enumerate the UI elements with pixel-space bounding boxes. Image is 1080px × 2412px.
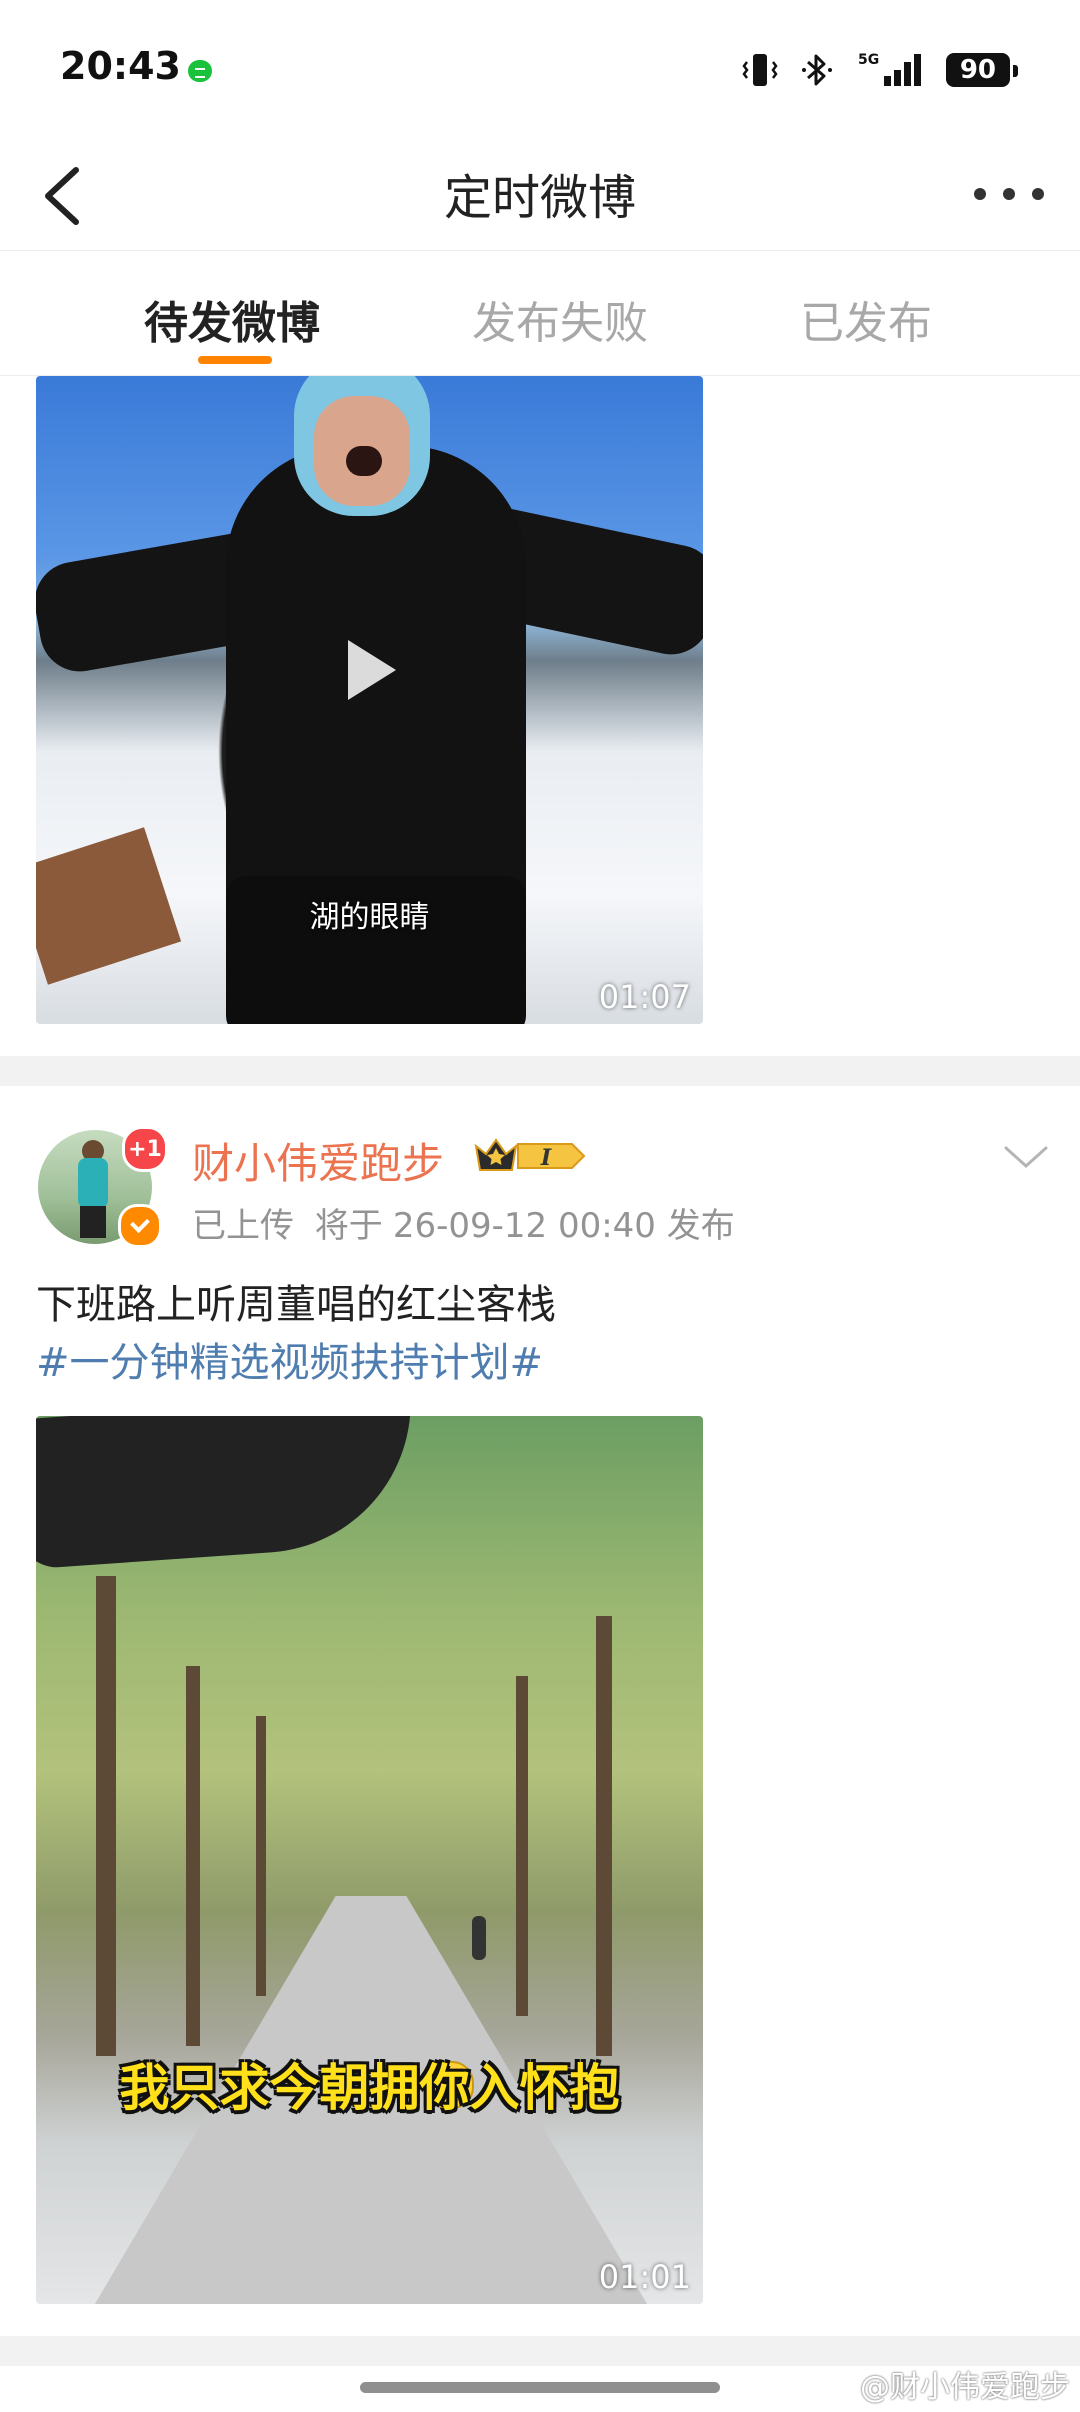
avatar-image (80, 1206, 106, 1238)
post-menu-button[interactable] (1004, 1142, 1048, 1172)
more-dot-icon (1003, 188, 1015, 200)
member-crown-badge[interactable]: I (472, 1134, 588, 1178)
bluetooth-icon (800, 50, 836, 90)
video-scene (186, 1666, 200, 2046)
schedule-suffix: 发布 (666, 1206, 735, 1246)
signal-5g-icon: 5G (858, 50, 924, 90)
video-scene (472, 1916, 486, 1960)
home-indicator[interactable] (360, 2382, 720, 2393)
upload-status: 已上传 (192, 1206, 294, 1246)
battery-icon: 90 (945, 53, 1019, 87)
message-notification-icon (188, 60, 212, 82)
more-options-button[interactable] (974, 174, 1044, 214)
active-tab-indicator (198, 356, 272, 364)
tab-pending[interactable]: 待发微博 (144, 287, 320, 351)
video-subtitle: 湖的眼睛 (309, 900, 430, 935)
vibrate-icon (742, 50, 778, 90)
play-icon[interactable] (347, 640, 396, 700)
tab-bar: 待发微博 发布失败 已发布 (0, 251, 1080, 376)
weibo-watermark: @财小伟爱跑步 (818, 2362, 1070, 2406)
crown-icon: I (474, 1138, 586, 1171)
member-level: I (540, 1145, 552, 1171)
tab-failed[interactable]: 发布失败 (472, 287, 648, 351)
watermark-text: @财小伟爱跑步 (860, 2370, 1070, 2405)
more-dot-icon (974, 188, 986, 200)
avatar-image (78, 1158, 108, 1208)
schedule-prefix: 将于 (314, 1206, 383, 1246)
post-text: 下班路上听周董唱的红尘客栈 (36, 1282, 556, 1328)
more-dot-icon (1032, 188, 1044, 200)
schedule-time: 26-09-12 00:40 (392, 1206, 656, 1246)
post-hashtag[interactable]: #一分钟精选视频扶持计划# (36, 1330, 543, 1388)
video-duration: 01:07 (598, 978, 691, 1016)
network-label: 5G (858, 52, 879, 68)
page-title: 定时微博 (443, 170, 636, 226)
weibo-logo-icon (819, 2372, 851, 2398)
video-scene (346, 446, 382, 476)
status-icons: 5G 90 (742, 50, 1019, 90)
post2-video[interactable]: 我只求今朝拥你入怀抱 01:01 (36, 1416, 703, 2304)
video-caption: 我只求今朝拥你入怀抱 (119, 2059, 620, 2117)
tab-published[interactable]: 已发布 (800, 287, 932, 351)
nav-bar: 定时微博 (0, 138, 1080, 251)
username[interactable]: 财小伟爱跑步 (192, 1130, 444, 1191)
video-scene (96, 1576, 116, 2056)
post-meta: 已上传 将于 26-09-12 00:40 发布 (192, 1198, 735, 1247)
video-scene (596, 1616, 612, 2056)
video-scene (36, 1416, 421, 1570)
status-time: 20:43 (60, 44, 181, 88)
verified-icon (118, 1204, 162, 1248)
chevron-down-icon (1004, 1146, 1048, 1169)
avatar-count-badge: +1 (122, 1126, 168, 1172)
post1-video[interactable]: 湖的眼睛 01:07 (36, 376, 703, 1024)
video-duration: 01:01 (598, 2258, 691, 2296)
status-bar: 20:43 5G 90 (0, 0, 1080, 138)
section-divider (0, 1056, 1080, 1086)
video-scene (516, 1676, 528, 2016)
video-scene (256, 1716, 266, 1996)
